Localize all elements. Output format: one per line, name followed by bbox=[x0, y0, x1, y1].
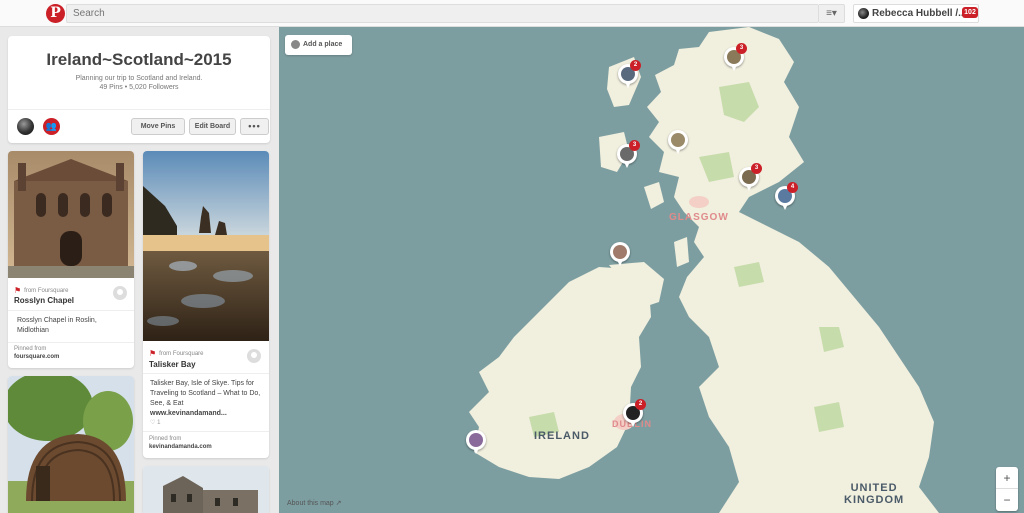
pin-divider bbox=[143, 431, 269, 432]
map-marker[interactable]: 3 bbox=[724, 43, 747, 73]
map-land[interactable] bbox=[279, 27, 1024, 513]
map-marker[interactable] bbox=[466, 430, 486, 456]
board-map[interactable]: Add a place GLASGOW IRELAND DUBLIN UNITE… bbox=[279, 27, 1024, 513]
pin-place-name[interactable]: Rosslyn Chapel bbox=[14, 296, 74, 305]
marker-count-badge: 3 bbox=[751, 163, 762, 174]
user-name: Rebecca Hubbell /... bbox=[872, 8, 967, 19]
map-marker[interactable] bbox=[610, 242, 630, 268]
map-marker[interactable]: 3 bbox=[739, 163, 762, 193]
foursquare-flag-icon: ⚑ bbox=[14, 286, 22, 295]
pinned-from[interactable]: Pinned from foursquare.com bbox=[14, 346, 59, 362]
location-pin-icon bbox=[291, 40, 300, 49]
board-header: Ireland~Scotland~2015 Planning our trip … bbox=[8, 36, 270, 143]
map-label-united-kingdom: UNITED KINGDOM bbox=[844, 482, 905, 507]
more-options-button[interactable]: ••• bbox=[240, 118, 269, 135]
user-profile-button[interactable]: Rebecca Hubbell /... bbox=[853, 4, 979, 23]
pin-source[interactable]: ⚑ from Foursquare bbox=[14, 286, 69, 295]
pin-description: Talisker Bay, Isle of Skye. Tips for Tra… bbox=[150, 380, 261, 418]
marker-count-badge: 4 bbox=[787, 182, 798, 193]
map-location-icon[interactable] bbox=[113, 286, 127, 300]
about-this-map-link[interactable]: About this map ↗ bbox=[287, 499, 342, 507]
pin-link[interactable]: www.kevinandamand... bbox=[150, 410, 227, 417]
pin-image-wooden-pod[interactable] bbox=[8, 376, 134, 513]
pin-source[interactable]: ⚑ from Foursquare bbox=[149, 349, 204, 358]
map-location-icon[interactable] bbox=[247, 349, 261, 363]
board-description: Planning our trip to Scotland and Irelan… bbox=[75, 75, 203, 82]
user-avatar bbox=[858, 8, 869, 19]
map-label-ireland: IRELAND bbox=[534, 430, 590, 442]
pin-place-name[interactable]: Talisker Bay bbox=[149, 360, 196, 369]
owner-avatar[interactable] bbox=[17, 118, 34, 135]
map-marker[interactable]: 2 bbox=[618, 60, 641, 90]
move-pins-button[interactable]: Move Pins bbox=[131, 118, 185, 135]
pin-likes[interactable]: ♡ 1 bbox=[150, 419, 160, 426]
foursquare-flag-icon: ⚑ bbox=[149, 349, 157, 358]
map-marker[interactable]: 2 bbox=[623, 399, 646, 429]
pin-divider bbox=[8, 310, 134, 311]
pin-card-rosslyn-chapel[interactable]: ⚑ from Foursquare Rosslyn Chapel Rosslyn… bbox=[8, 151, 134, 368]
pinned-from[interactable]: Pinned from kevinandamanda.com bbox=[149, 436, 212, 452]
zoom-controls: + − bbox=[996, 467, 1018, 511]
marker-count-badge: 2 bbox=[630, 60, 641, 71]
map-marker[interactable]: 4 bbox=[775, 182, 798, 212]
pin-description: Rosslyn Chapel in Roslin, Midlothian bbox=[17, 317, 97, 335]
map-marker[interactable]: 3 bbox=[617, 140, 640, 170]
search-input[interactable] bbox=[66, 4, 819, 23]
pin-image-castle[interactable] bbox=[143, 466, 269, 513]
marker-count-badge: 2 bbox=[635, 399, 646, 410]
edit-board-button[interactable]: Edit Board bbox=[189, 118, 236, 135]
pin-card-talisker-bay[interactable]: ⚑ from Foursquare Talisker Bay Talisker … bbox=[143, 151, 269, 458]
map-label-glasgow: GLASGOW bbox=[669, 212, 729, 223]
board-divider bbox=[8, 109, 270, 110]
pin-divider bbox=[8, 342, 134, 343]
pin-divider bbox=[143, 373, 269, 374]
pin-card-castle[interactable] bbox=[143, 466, 269, 513]
pin-image-talisker-bay[interactable] bbox=[143, 151, 269, 341]
pinterest-logo-icon[interactable]: P bbox=[46, 4, 65, 23]
board-stats[interactable]: 49 Pins • 5,020 Followers bbox=[8, 84, 270, 91]
marker-count-badge: 3 bbox=[629, 140, 640, 151]
add-place-button[interactable]: Add a place bbox=[285, 35, 352, 55]
marker-count-badge: 3 bbox=[736, 43, 747, 54]
top-bar: P ≡▾ Rebecca Hubbell /... 102 bbox=[0, 0, 1024, 27]
add-collaborator-icon[interactable]: 👥 bbox=[43, 118, 60, 135]
map-marker[interactable] bbox=[668, 130, 688, 156]
zoom-in-button[interactable]: + bbox=[996, 467, 1018, 489]
board-title: Ireland~Scotland~2015 bbox=[46, 50, 232, 69]
pin-image-chapel[interactable] bbox=[8, 151, 134, 278]
search-filter-menu-icon[interactable]: ≡▾ bbox=[819, 4, 845, 23]
pin-card-glamping-pod[interactable] bbox=[8, 376, 134, 513]
like-icon: ♡ bbox=[150, 420, 156, 426]
zoom-out-button[interactable]: − bbox=[996, 489, 1018, 511]
notification-badge[interactable]: 102 bbox=[962, 7, 978, 18]
